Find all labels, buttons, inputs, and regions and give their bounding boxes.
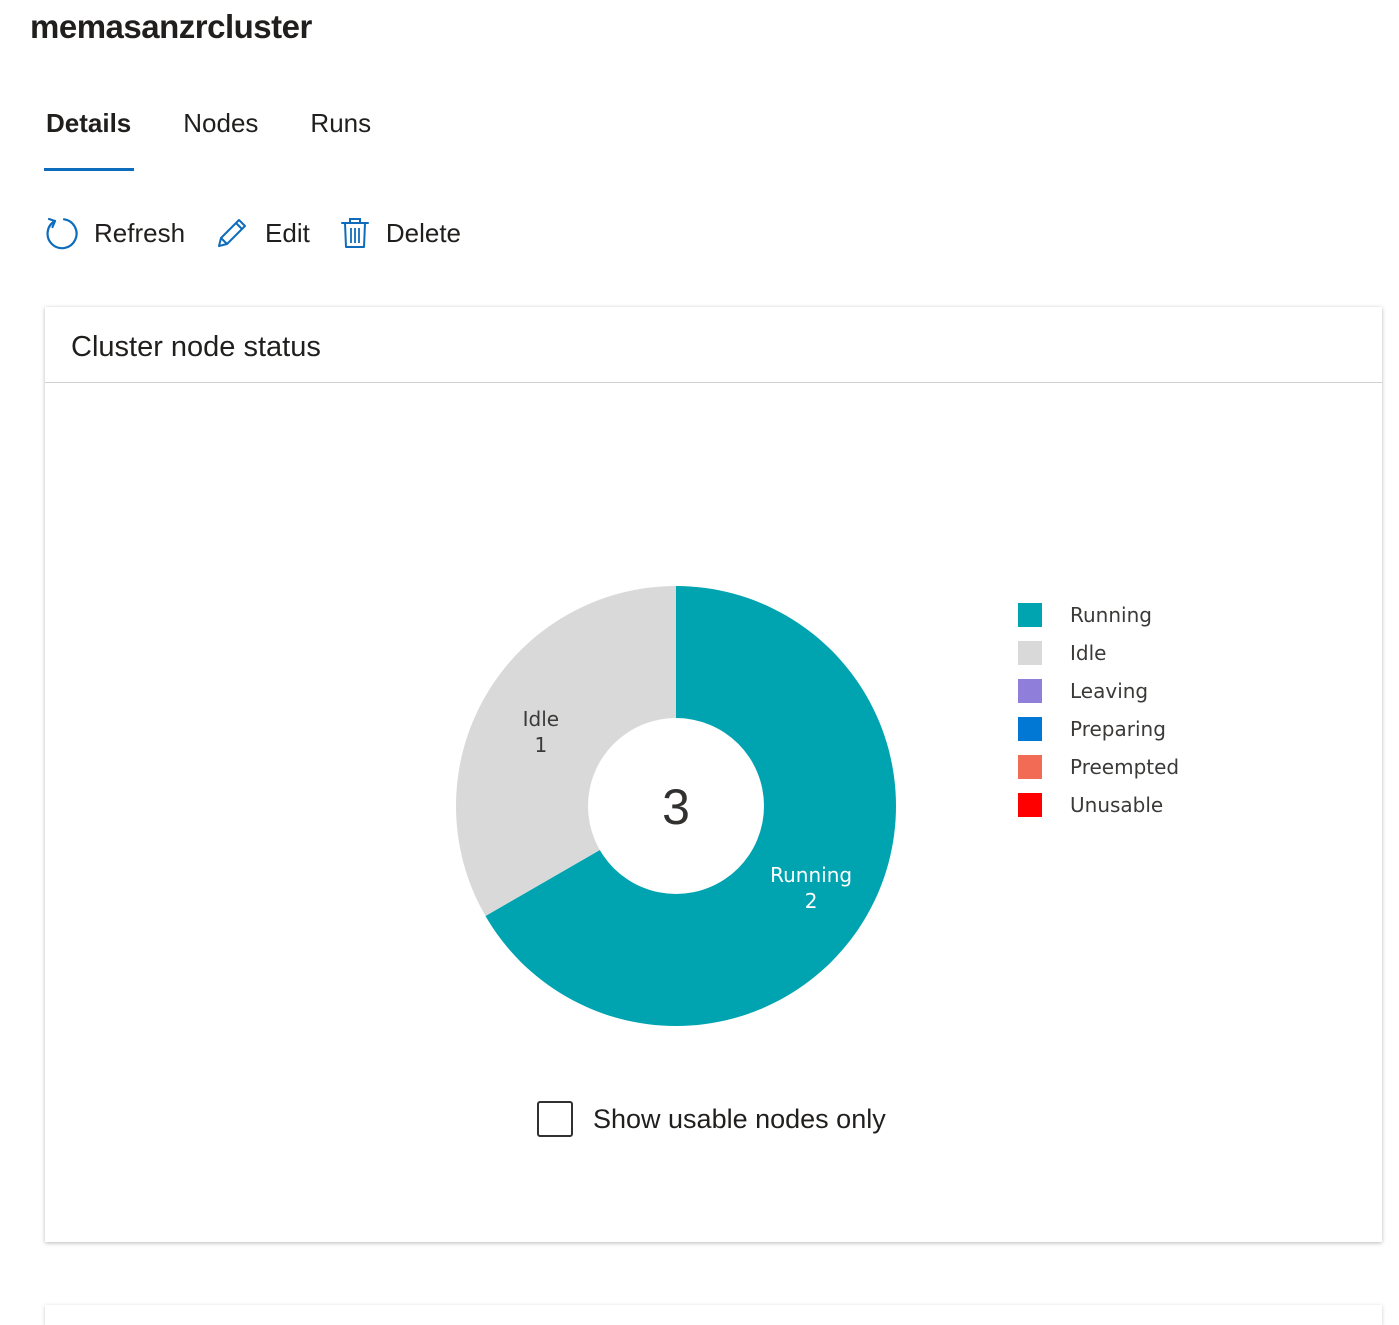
page-title: memasanzrcluster xyxy=(30,8,312,45)
legend-label-idle[interactable]: Idle xyxy=(1070,641,1106,665)
edit-button[interactable]: Edit xyxy=(215,216,310,250)
tab-details[interactable]: Details xyxy=(43,108,135,171)
cluster-node-status-card: Cluster node status 3 Running 2 Idle 1 Runn… xyxy=(45,307,1382,1242)
legend-swatch-leaving xyxy=(1018,679,1042,703)
slice-value-idle: 1 xyxy=(535,733,548,757)
chart-legend: Running Idle Leaving Preparing Preempted Unus… xyxy=(1018,603,1179,817)
donut-center-total: 3 xyxy=(662,779,690,835)
legend-swatch-preparing xyxy=(1018,717,1042,741)
legend-swatch-idle xyxy=(1018,641,1042,665)
delete-button[interactable]: Delete xyxy=(340,216,461,250)
refresh-icon xyxy=(46,217,78,250)
edit-label: Edit xyxy=(265,217,310,248)
legend-swatch-preempted xyxy=(1018,755,1042,779)
legend-swatch-unusable xyxy=(1018,793,1042,817)
legend-label-unusable[interactable]: Unusable xyxy=(1070,793,1163,817)
show-usable-nodes-checkbox[interactable]: Show usable nodes only xyxy=(537,1101,886,1137)
checkbox-box[interactable] xyxy=(537,1101,573,1137)
trash-icon xyxy=(340,218,369,248)
legend-label-preparing[interactable]: Preparing xyxy=(1070,717,1166,741)
legend-label-running[interactable]: Running xyxy=(1070,603,1152,627)
slice-label-idle: Idle xyxy=(523,707,559,731)
slice-value-running: 2 xyxy=(805,889,818,913)
slice-label-running: Running xyxy=(770,863,852,887)
pencil-icon xyxy=(218,219,247,247)
refresh-button[interactable]: Refresh xyxy=(44,216,185,250)
tab-bar: Details Nodes Runs xyxy=(43,108,423,172)
legend-swatch-running xyxy=(1018,603,1042,627)
tab-nodes[interactable]: Nodes xyxy=(183,108,258,170)
checkbox-label: Show usable nodes only xyxy=(593,1103,886,1134)
command-bar: Refresh Edit Delete xyxy=(44,210,491,256)
next-card-edge xyxy=(45,1305,1382,1325)
refresh-label: Refresh xyxy=(94,217,186,248)
legend-label-leaving[interactable]: Leaving xyxy=(1070,679,1148,703)
delete-label: Delete xyxy=(385,217,462,248)
tab-runs[interactable]: Runs xyxy=(310,108,371,170)
legend-label-preempted[interactable]: Preempted xyxy=(1070,755,1179,779)
